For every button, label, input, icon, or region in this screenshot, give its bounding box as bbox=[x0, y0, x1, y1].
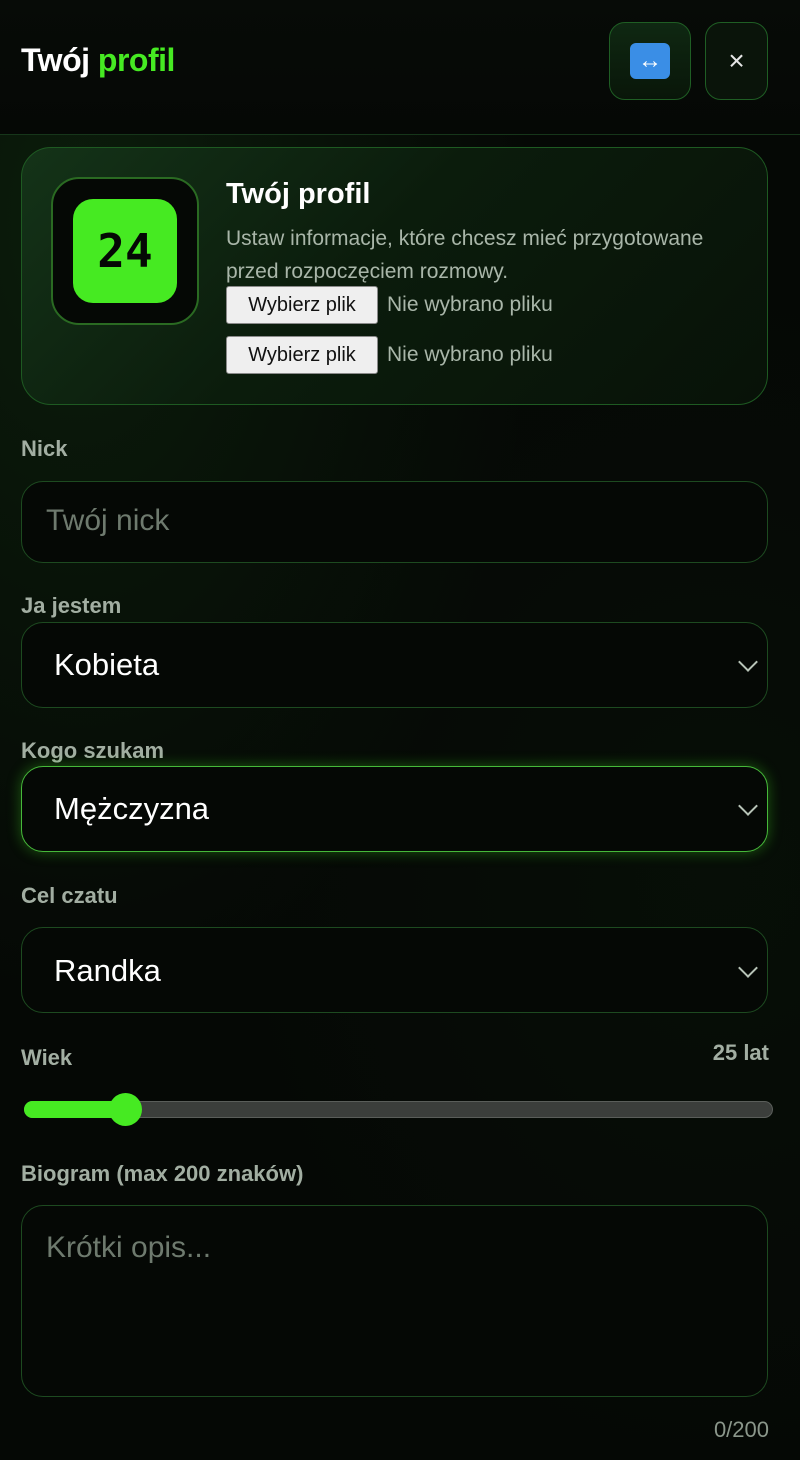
bio-label: Biogram (max 200 znaków) bbox=[21, 1161, 304, 1186]
file-status: Nie wybrano pliku bbox=[387, 343, 553, 366]
close-button[interactable]: × bbox=[705, 22, 768, 100]
char-counter: 0/200 bbox=[713, 1417, 769, 1442]
age-label: Wiek bbox=[21, 1045, 73, 1070]
i-am-select[interactable]: Kobieta bbox=[21, 622, 768, 708]
bio-placeholder: Krótki opis... bbox=[46, 1231, 212, 1264]
i-am-value: Kobieta bbox=[54, 647, 160, 682]
age-value: 25 lat bbox=[712, 1040, 769, 1065]
chevron-down-icon bbox=[738, 796, 758, 816]
chat-goal-value: Randka bbox=[54, 953, 161, 988]
chevron-down-icon bbox=[738, 958, 758, 978]
avatar: 24 bbox=[73, 199, 177, 303]
close-icon: × bbox=[728, 45, 745, 76]
nick-label: Nick bbox=[21, 436, 68, 461]
looking-for-value: Mężczyzna bbox=[54, 791, 210, 826]
nick-input[interactable]: Twój nick bbox=[21, 481, 768, 563]
nick-placeholder: Twój nick bbox=[46, 504, 170, 537]
page-title: Twój profil bbox=[21, 42, 175, 79]
looking-for-label: Kogo szukam bbox=[21, 738, 165, 763]
chevron-down-icon bbox=[738, 652, 758, 672]
horizontal-arrows-icon: ↔ bbox=[630, 43, 670, 79]
card-description: Ustaw informacje, które chcesz mieć przy… bbox=[226, 227, 704, 283]
title-accent-text: profil bbox=[97, 42, 175, 78]
chat-goal-select[interactable]: Randka bbox=[21, 927, 768, 1013]
card-title: Twój profil bbox=[226, 178, 371, 210]
resize-button[interactable]: ↔ bbox=[609, 22, 691, 100]
file-status: Nie wybrano pliku bbox=[387, 293, 553, 316]
i-am-label: Ja jestem bbox=[21, 593, 122, 618]
bio-textarea[interactable]: Krótki opis... bbox=[21, 1205, 768, 1397]
file-input-2: Wybierz plik Nie wybrano pliku bbox=[226, 336, 553, 374]
choose-file-button[interactable]: Wybierz plik bbox=[226, 336, 378, 374]
looking-for-select[interactable]: Mężczyzna bbox=[21, 766, 768, 852]
title-text: Twój bbox=[21, 42, 90, 78]
chat-goal-label: Cel czatu bbox=[21, 883, 118, 908]
choose-file-button[interactable]: Wybierz plik bbox=[226, 286, 378, 324]
age-slider-thumb[interactable] bbox=[108, 1093, 142, 1126]
header: Twój profil ↔ × bbox=[0, 0, 800, 135]
file-input-1: Wybierz plik Nie wybrano pliku bbox=[226, 286, 553, 324]
